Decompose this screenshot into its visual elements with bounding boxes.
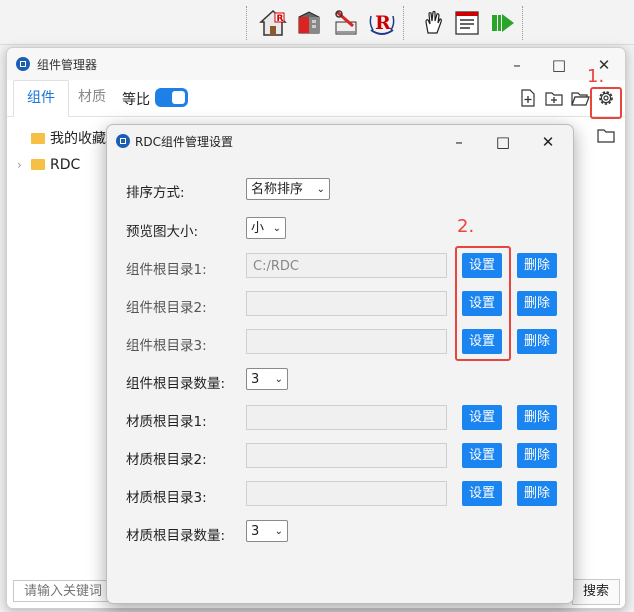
preview-size-label: 预览图大小: [126, 224, 199, 240]
open-folder-icon[interactable] [570, 88, 590, 108]
top-toolbar: R R [0, 0, 634, 45]
gear-highlight [590, 87, 622, 119]
play-icon[interactable] [488, 8, 518, 38]
chevron-down-icon: ⌄ [274, 374, 283, 385]
component-root-2-label: 组件根目录2: [126, 300, 207, 316]
list-icon[interactable] [452, 8, 482, 38]
preview-size-select[interactable]: 小 ⌄ [246, 217, 286, 239]
callout-1: 1. [587, 66, 605, 87]
toolbar-separator [522, 6, 525, 40]
sort-value: 名称排序 [251, 182, 304, 197]
material-count-label: 材质根目录数量: [126, 528, 226, 544]
material-root-1-delete-button[interactable]: 删除 [517, 405, 557, 430]
component-count-value: 3 [251, 372, 260, 387]
rdc-badge-icon[interactable]: R [367, 8, 397, 38]
component-root-1-set-button[interactable]: 设置 [462, 253, 502, 278]
component-root-2-delete-button[interactable]: 删除 [517, 291, 557, 316]
svg-text:R: R [375, 12, 391, 34]
chevron-down-icon: ⌄ [316, 184, 325, 195]
folder-icon [31, 132, 45, 144]
component-root-1-delete-button[interactable]: 删除 [517, 253, 557, 278]
house-icon[interactable]: R [258, 8, 288, 38]
search-button[interactable]: 搜索 [572, 579, 620, 605]
component-root-3-field[interactable] [246, 329, 447, 354]
tree-item-label: RDC [50, 157, 81, 173]
window-titlebar: 组件管理器 – □ ✕ [7, 48, 625, 80]
component-count-select[interactable]: 3 ⌄ [246, 368, 288, 390]
material-root-2-label: 材质根目录2: [126, 452, 207, 468]
svg-text:R: R [277, 14, 284, 24]
toolbar-separator [403, 6, 406, 40]
maximize-button[interactable]: □ [545, 54, 573, 76]
new-folder-icon[interactable] [544, 88, 564, 108]
material-root-2-field[interactable] [246, 443, 447, 468]
material-root-3-field[interactable] [246, 481, 447, 506]
tree-item-label: 我的收藏 [50, 131, 106, 147]
tree-item-favorites[interactable]: 我的收藏 [17, 128, 106, 150]
callout-2: 2. [457, 216, 475, 237]
dialog-title: RDC组件管理设置 [135, 135, 233, 149]
material-root-1-set-button[interactable]: 设置 [462, 405, 502, 430]
material-count-value: 3 [251, 524, 260, 539]
material-root-3-label: 材质根目录3: [126, 490, 207, 506]
main-tabs-bar: 组件 材质 等比 [7, 80, 625, 117]
material-root-2-delete-button[interactable]: 删除 [517, 443, 557, 468]
component-tree: 我的收藏 › RDC [7, 117, 107, 577]
component-root-1-label: 组件根目录1: [126, 262, 207, 278]
window-title: 组件管理器 [37, 58, 98, 72]
preview-size-value: 小 [251, 221, 265, 236]
new-file-icon[interactable] [518, 88, 538, 108]
minimize-button[interactable]: – [445, 131, 473, 153]
sort-label: 排序方式: [126, 185, 185, 201]
component-root-3-delete-button[interactable]: 删除 [517, 329, 557, 354]
maximize-button[interactable]: □ [489, 131, 517, 153]
folder-icon [31, 158, 45, 170]
building-icon[interactable] [294, 8, 324, 38]
material-count-select[interactable]: 3 ⌄ [246, 520, 288, 542]
minimize-button[interactable]: – [503, 54, 531, 76]
folder-outline-icon[interactable] [597, 127, 615, 143]
tree-item-rdc[interactable]: › RDC [17, 154, 80, 176]
close-button[interactable]: ✕ [534, 131, 562, 153]
material-root-1-label: 材质根目录1: [126, 414, 207, 430]
component-root-3-set-button[interactable]: 设置 [462, 329, 502, 354]
component-root-2-field[interactable] [246, 291, 447, 316]
settings-dialog: RDC组件管理设置 – □ ✕ 排序方式: 名称排序 ⌄ 预览图大小: 小 ⌄ … [106, 124, 574, 604]
component-count-label: 组件根目录数量: [126, 376, 226, 392]
tab-component[interactable]: 组件 [13, 80, 69, 117]
material-root-3-delete-button[interactable]: 删除 [517, 481, 557, 506]
toggle-knob [172, 91, 185, 104]
chevron-down-icon: ⌄ [272, 223, 281, 234]
app-icon [116, 134, 130, 148]
component-root-3-label: 组件根目录3: [126, 338, 207, 354]
ratio-toggle[interactable] [155, 88, 188, 107]
hand-icon[interactable] [418, 8, 448, 38]
chevron-right-icon[interactable]: › [17, 154, 31, 176]
tools-icon[interactable] [331, 8, 361, 38]
tab-material[interactable]: 材质 [65, 80, 119, 115]
dialog-titlebar: RDC组件管理设置 – □ ✕ [107, 125, 573, 157]
component-root-2-set-button[interactable]: 设置 [462, 291, 502, 316]
toolbar-separator [246, 6, 249, 40]
chevron-down-icon: ⌄ [274, 526, 283, 537]
app-icon [16, 57, 30, 71]
material-root-1-field[interactable] [246, 405, 447, 430]
material-root-2-set-button[interactable]: 设置 [462, 443, 502, 468]
component-root-1-field[interactable]: C:/RDC [246, 253, 447, 278]
sort-select[interactable]: 名称排序 ⌄ [246, 178, 330, 200]
material-root-3-set-button[interactable]: 设置 [462, 481, 502, 506]
ratio-label: 等比 [122, 92, 150, 108]
